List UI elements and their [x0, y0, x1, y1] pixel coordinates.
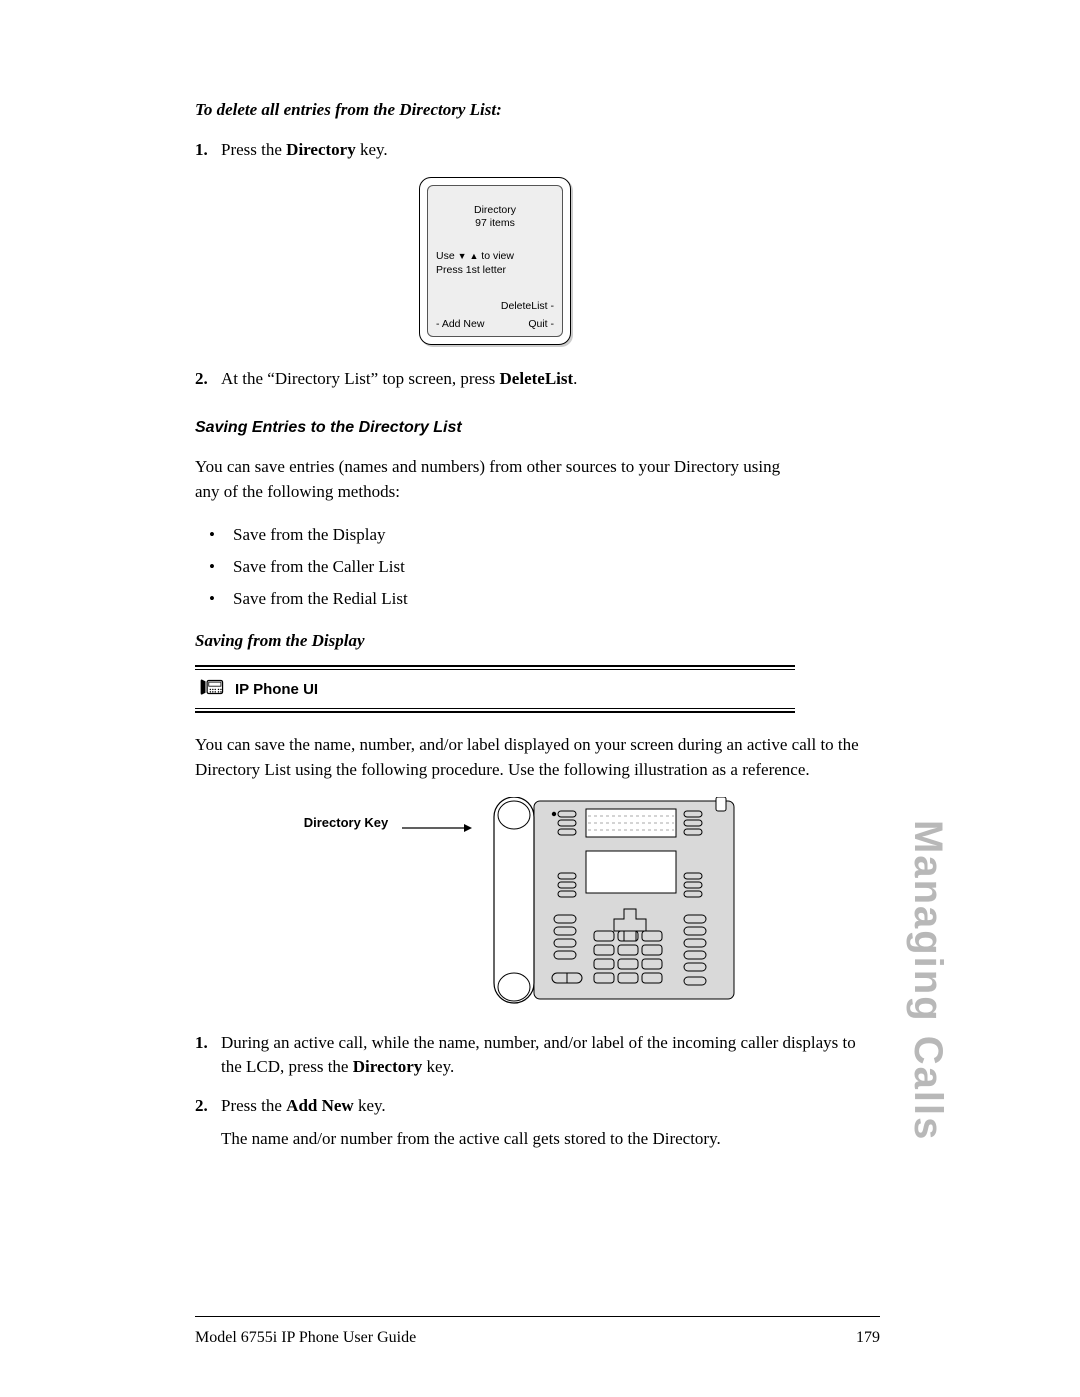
step-number: 1.: [195, 138, 221, 163]
footer-right: 179: [856, 1329, 880, 1347]
heading-delete-all: To delete all entries from the Directory…: [195, 100, 795, 120]
arrow-icon: [402, 820, 472, 838]
step-body: During an active call, while the name, n…: [221, 1031, 875, 1080]
text: key.: [354, 1096, 386, 1115]
text: Use: [436, 250, 458, 262]
lcd-illustration: Directory 97 items Use ▼ ▲ to view Press…: [195, 177, 795, 345]
step-number: 2.: [195, 367, 221, 392]
lcd-screen: Directory 97 items Use ▼ ▲ to view Press…: [427, 185, 563, 337]
ip-phone-ui-bar: IP Phone UI: [195, 670, 795, 708]
phone-illustration: Directory Key: [225, 797, 825, 1007]
bold-text: DeleteList: [500, 369, 574, 388]
step-number: 2.: [195, 1094, 221, 1151]
list-item: Save from the Redial List: [209, 583, 795, 615]
lcd-title: Directory: [436, 204, 554, 218]
footer-rule: [195, 1316, 880, 1317]
phone-icon: [199, 676, 225, 702]
page-footer: Model 6755i IP Phone User Guide 179: [195, 1329, 880, 1347]
saving-display-intro: You can save the name, number, and/or la…: [195, 733, 875, 782]
list-item: Save from the Display: [209, 519, 795, 551]
lcd-addnew: - Add New: [436, 318, 484, 330]
rule: [195, 708, 795, 713]
step-sub: The name and/or number from the active c…: [221, 1127, 795, 1152]
step-number: 1.: [195, 1031, 221, 1080]
down-arrow-icon: ▼: [458, 251, 467, 261]
lcd-quit: Quit -: [528, 318, 554, 330]
step-b1: 1. During an active call, while the name…: [195, 1031, 875, 1080]
lcd-count: 97 items: [436, 217, 554, 231]
step-body: At the “Directory List” top screen, pres…: [221, 367, 795, 392]
lcd-use-line: Use ▼ ▲ to view: [436, 249, 554, 263]
saving-methods-list: Save from the Display Save from the Call…: [209, 519, 795, 616]
sub-saving-display: Saving from the Display: [195, 631, 795, 651]
lcd-frame: Directory 97 items Use ▼ ▲ to view Press…: [419, 177, 571, 345]
directory-key-label: Directory Key: [304, 815, 389, 830]
lcd-deletelist: DeleteList -: [501, 300, 554, 312]
step-b2: 2. Press the Add New key. The name and/o…: [195, 1094, 795, 1151]
ipbar-label: IP Phone UI: [235, 681, 318, 698]
bold-text: Directory: [286, 140, 356, 159]
text: Press the: [221, 140, 286, 159]
list-item: Save from the Caller List: [209, 551, 795, 583]
text: key.: [422, 1057, 454, 1076]
step-body: Press the Add New key. The name and/or n…: [221, 1094, 795, 1151]
step-a1: 1. Press the Directory key.: [195, 138, 795, 163]
text: to view: [478, 250, 514, 262]
saving-intro: You can save entries (names and numbers)…: [195, 455, 795, 504]
text: During an active call, while the name, n…: [221, 1033, 856, 1077]
bold-text: Add New: [286, 1096, 354, 1115]
bold-text: Directory: [353, 1057, 423, 1076]
section-saving-entries: Saving Entries to the Directory List: [195, 419, 795, 437]
phone-drawing: [486, 797, 746, 1007]
footer-left: Model 6755i IP Phone User Guide: [195, 1329, 416, 1347]
side-tab: Managing Calls: [905, 820, 950, 1141]
page-content: To delete all entries from the Directory…: [195, 100, 795, 1151]
lcd-press-line: Press 1st letter: [436, 263, 554, 277]
step-a2: 2. At the “Directory List” top screen, p…: [195, 367, 795, 392]
text: key.: [356, 140, 388, 159]
text: Press the: [221, 1096, 286, 1115]
text: At the “Directory List” top screen, pres…: [221, 369, 500, 388]
step-body: Press the Directory key.: [221, 138, 795, 163]
text: .: [573, 369, 577, 388]
